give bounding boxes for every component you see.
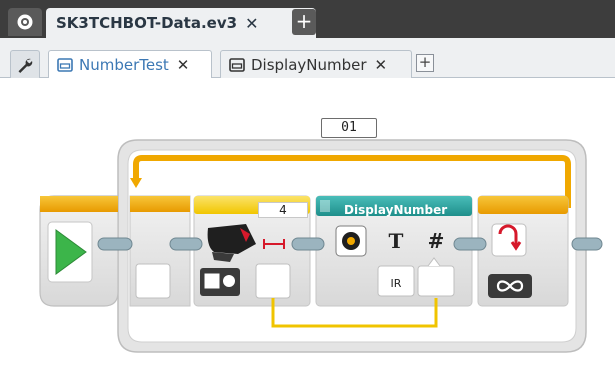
programming-canvas[interactable]: T # 01 4 DisplayNumber IR xyxy=(0,78,615,386)
close-project-icon[interactable]: ✕ xyxy=(245,14,258,33)
wrench-icon xyxy=(18,58,33,73)
project-properties-tab[interactable] xyxy=(10,50,40,78)
program-tab-bar: NumberTest ✕ DisplayNumber ✕ + xyxy=(0,38,615,79)
add-project-button[interactable]: + xyxy=(292,9,316,35)
tab-numbertest-label: NumberTest xyxy=(79,56,169,74)
number-input-plug[interactable] xyxy=(417,265,455,297)
button-icon xyxy=(347,237,355,245)
program-icon xyxy=(229,58,245,72)
mode-selector[interactable] xyxy=(200,268,240,296)
loop-name-field[interactable]: 01 xyxy=(321,118,377,138)
project-tab-label: SK3TCHBOT-Data.ev3 xyxy=(56,14,238,32)
tab-displaynumber-label: DisplayNumber xyxy=(251,56,367,74)
tab-displaynumber[interactable]: DisplayNumber ✕ xyxy=(220,50,412,79)
add-program-button[interactable]: + xyxy=(416,54,434,72)
program-icon xyxy=(57,58,73,72)
close-tab-icon[interactable]: ✕ xyxy=(375,56,388,74)
text-param-icon: T xyxy=(389,229,404,253)
close-tab-icon[interactable]: ✕ xyxy=(177,56,190,74)
my-block-title: DisplayNumber xyxy=(344,203,448,217)
start-block[interactable] xyxy=(39,195,119,307)
proximity-output-plug[interactable] xyxy=(255,263,291,299)
program-diagram: T # xyxy=(39,139,603,353)
sensor-port-value[interactable]: 4 xyxy=(258,202,308,218)
project-tab-bar: SK3TCHBOT-Data.ev3 ✕ + xyxy=(0,0,615,38)
number-param-icon: # xyxy=(428,229,445,253)
lobby-button[interactable] xyxy=(8,8,42,36)
tab-numbertest[interactable]: NumberTest ✕ xyxy=(48,50,212,79)
lobby-icon xyxy=(17,14,33,30)
project-tab[interactable]: SK3TCHBOT-Data.ev3 ✕ xyxy=(46,8,316,38)
loop-start-section xyxy=(129,195,191,307)
port-label: IR xyxy=(390,277,402,290)
loop-end-section[interactable] xyxy=(477,195,569,307)
